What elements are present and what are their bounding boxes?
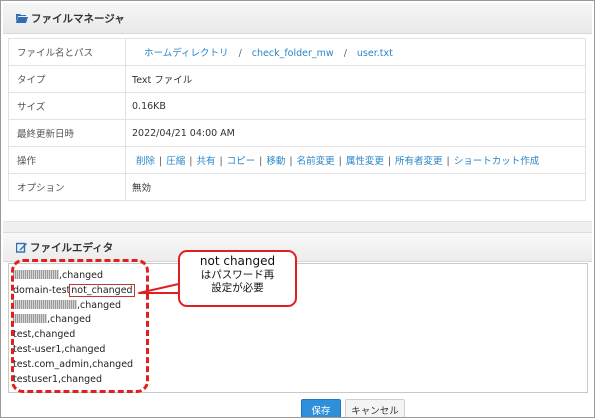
file-size-value: 0.16KB: [125, 92, 586, 120]
file-info-table: ファイル名とパス ホームディレクトリ / check_folder_mw / user.…: [8, 38, 586, 201]
table-row: オプション 無効: [8, 173, 586, 201]
option-value: 無効: [125, 173, 586, 201]
table-row: 最終更新日時 2022/04/21 04:00 AM: [8, 119, 586, 147]
folder-open-icon: [16, 14, 28, 23]
table-row: 操作 削除 | 圧縮 | 共有 | コピー | 移動 | 名前変更 | 属性変更 | 所有者変更 | ショートカ…: [8, 146, 586, 174]
row-label: サイズ: [8, 92, 126, 120]
table-row: ファイル名とパス ホームディレクトリ / check_folder_mw / user.…: [8, 38, 586, 66]
rename-link[interactable]: 名前変更: [297, 156, 335, 167]
row-label: オプション: [8, 173, 126, 201]
file-editor-header: ファイルエディタ: [3, 232, 592, 262]
screenshot-frame: ファイルマネージャ ファイル名とパス ホームディレクトリ / check_folde…: [0, 0, 595, 418]
row-label: ファイル名とパス: [8, 38, 126, 66]
breadcrumb-folder-link[interactable]: check_folder_mw: [252, 48, 334, 59]
file-manager-title: ファイルマネージャ: [31, 12, 125, 25]
breadcrumb-separator: /: [238, 48, 242, 59]
file-manager-header: ファイルマネージャ: [3, 3, 592, 34]
move-link[interactable]: 移動: [266, 156, 285, 167]
row-label: タイプ: [8, 65, 126, 93]
callout-line: はパスワード再: [200, 268, 275, 281]
table-row: サイズ 0.16KB: [8, 92, 586, 120]
callout-line: 設定が必要: [211, 282, 264, 294]
file-type-value: Text ファイル: [125, 65, 586, 93]
breadcrumb-home-link[interactable]: ホームディレクトリ: [144, 48, 229, 59]
breadcrumb-separator: /: [343, 48, 347, 59]
modified-date-value: 2022/04/21 04:00 AM: [125, 119, 586, 147]
change-owner-link[interactable]: 所有者変更: [395, 156, 443, 167]
share-link[interactable]: 共有: [196, 156, 215, 167]
operations-list: 削除 | 圧縮 | 共有 | コピー | 移動 | 名前変更 | 属性変更 | 所有者変更 | ショートカット作…: [125, 146, 586, 174]
editor-actions: 保存 キャンセル: [301, 399, 405, 417]
cancel-button[interactable]: キャンセル: [345, 399, 405, 417]
save-button[interactable]: 保存: [301, 399, 341, 417]
row-label: 最終更新日時: [8, 119, 126, 147]
row-label: 操作: [8, 146, 126, 174]
copy-link[interactable]: コピー: [227, 156, 256, 167]
edit-icon: [16, 242, 27, 253]
callout-line: not changed: [199, 254, 276, 268]
file-editor-title: ファイルエディタ: [30, 241, 114, 254]
file-path: ホームディレクトリ / check_folder_mw / user.txt: [125, 38, 586, 66]
breadcrumb-file-link[interactable]: user.txt: [357, 48, 393, 59]
delete-link[interactable]: 削除: [136, 156, 155, 167]
annotation-dashed-outline: [11, 259, 149, 393]
create-shortcut-link[interactable]: ショートカット作成: [454, 156, 540, 167]
annotation-callout: not changed はパスワード再 設定が必要: [178, 250, 297, 307]
attributes-link[interactable]: 属性変更: [346, 156, 384, 167]
table-row: タイプ Text ファイル: [8, 65, 586, 93]
compress-link[interactable]: 圧縮: [166, 156, 185, 167]
panel-divider: [3, 221, 592, 232]
